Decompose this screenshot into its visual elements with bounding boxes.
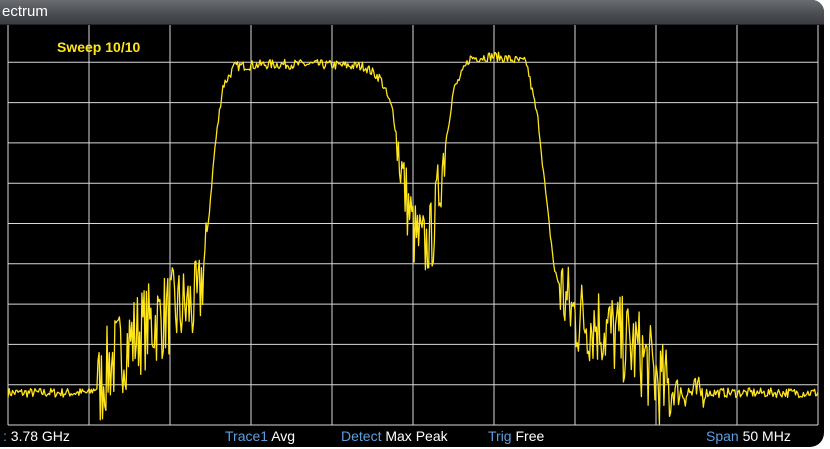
detector-readout[interactable]: Detect Max Peak <box>341 426 448 447</box>
analyzer-display: Sweep 10/10 ectrum : 3.78 GHz Trace1 Avg… <box>0 0 824 447</box>
center-frequency-value: 3.78 GHz <box>10 428 70 444</box>
center-frequency-key: : <box>3 428 7 444</box>
trace-value: Avg <box>271 428 296 444</box>
span-readout[interactable]: Span 50 MHz <box>706 426 791 447</box>
window-title: ectrum <box>2 3 48 20</box>
window-title-bar: ectrum <box>0 0 824 25</box>
trigger-value: Free <box>515 428 545 444</box>
span-value: 50 MHz <box>742 428 791 444</box>
trace-readout[interactable]: Trace1 Avg <box>225 426 295 447</box>
status-bar: : 3.78 GHz Trace1 Avg Detect Max Peak Tr… <box>0 426 824 447</box>
trigger-key: Trig <box>488 428 512 444</box>
spectrum-plot: Sweep 10/10 <box>7 21 819 426</box>
trigger-readout[interactable]: Trig Free <box>488 426 544 447</box>
detector-value: Max Peak <box>385 428 448 444</box>
span-key: Span <box>706 428 739 444</box>
center-frequency-readout[interactable]: : 3.78 GHz <box>3 426 70 447</box>
sweep-counter: Sweep 10/10 <box>57 39 140 55</box>
detector-key: Detect <box>341 428 382 444</box>
trace-key: Trace1 <box>225 428 269 444</box>
